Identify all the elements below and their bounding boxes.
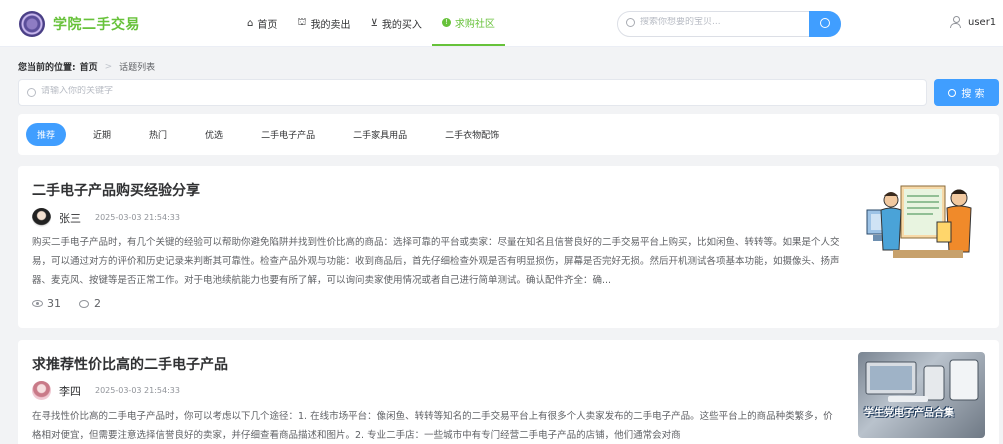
username: user1 <box>968 16 997 28</box>
cart-icon: ⊻ <box>370 17 378 29</box>
post-title[interactable]: 二手电子产品购买经验分享 <box>32 180 200 200</box>
views: 31 <box>47 297 61 310</box>
keyword-search <box>18 79 927 106</box>
tab-clothing[interactable]: 二手衣物配饰 <box>434 123 510 146</box>
search-button-label: 搜 索 <box>961 89 985 100</box>
author-name: 张三 <box>59 211 81 225</box>
post-time: 2025-03-03 21:54:33 <box>95 213 180 222</box>
tab-recent[interactable]: 近期 <box>82 123 122 146</box>
post-author: 张三 2025-03-03 21:54:33 <box>32 208 180 227</box>
nav-home[interactable]: ⌂ 首页 <box>237 0 287 46</box>
comment-icon <box>79 299 89 308</box>
search-icon <box>948 88 957 97</box>
tab-hot[interactable]: 热门 <box>138 123 178 146</box>
tab-electronics[interactable]: 二手电子产品 <box>250 123 326 146</box>
post-time: 2025-03-03 21:54:33 <box>95 386 180 395</box>
nav-my-sales[interactable]: ⛫ 我的卖出 <box>287 0 360 46</box>
shop-icon: ⛫ <box>297 16 307 28</box>
tab-furniture[interactable]: 二手家具用品 <box>342 123 418 146</box>
nav-community[interactable]: ! 求购社区 <box>431 0 505 46</box>
nav-my-purchases[interactable]: ⊻ 我的买入 <box>361 0 432 46</box>
post-thumbnail[interactable] <box>863 180 981 268</box>
post-excerpt: 购买二手电子产品时，有几个关键的经验可以帮助你避免陷阱并找到性价比高的商品：选择… <box>32 237 840 286</box>
header-search-button[interactable] <box>809 11 841 37</box>
view-count: 31 <box>32 297 61 310</box>
post-card[interactable]: 二手电子产品购买经验分享 张三 2025-03-03 21:54:33 购买二手… <box>18 166 999 328</box>
comments: 2 <box>94 297 101 310</box>
post-card[interactable]: 求推荐性价比高的二手电子产品 李四 2025-03-03 21:54:33 在寻… <box>18 340 999 444</box>
chevron-right-icon: > <box>104 61 113 72</box>
nav-label: 求购社区 <box>454 18 495 30</box>
avatar <box>32 208 51 227</box>
breadcrumb-home[interactable]: 首页 <box>80 60 98 73</box>
breadcrumb: 您当前的位置: 首页 > 话题列表 <box>18 60 156 74</box>
post-excerpt: 在寻找性价比高的二手电子产品时，你可以考虑以下几个途径：1. 在线市场平台：像闲… <box>32 411 833 441</box>
tab-featured[interactable]: 优选 <box>194 123 234 146</box>
nav-label: 首页 <box>257 19 278 31</box>
site-logo[interactable] <box>19 11 45 37</box>
top-header: 学院二手交易 ⌂ 首页 ⛫ 我的卖出 ⊻ 我的买入 ! 求购社区 user1 <box>0 0 1003 47</box>
post-title[interactable]: 求推荐性价比高的二手电子产品 <box>32 354 228 374</box>
brand-name[interactable]: 学院二手交易 <box>53 14 140 34</box>
breadcrumb-prefix: 您当前的位置: <box>18 63 76 73</box>
keyword-search-input[interactable] <box>41 86 901 96</box>
post-stats: 31 2 <box>32 297 119 310</box>
main-nav: ⌂ 首页 ⛫ 我的卖出 ⊻ 我的买入 ! 求购社区 <box>237 0 505 46</box>
breadcrumb-current: 话题列表 <box>119 63 156 73</box>
people-with-computer-illustration <box>866 185 972 258</box>
nav-label: 我的买入 <box>381 19 422 31</box>
keyword-search-button[interactable]: 搜 索 <box>934 79 999 106</box>
user-icon <box>950 16 961 28</box>
info-circle-icon: ! <box>441 17 451 27</box>
avatar <box>32 381 51 400</box>
nav-label: 我的卖出 <box>310 19 351 31</box>
search-icon <box>27 88 36 97</box>
electronics-photo <box>865 359 979 402</box>
tab-recommended[interactable]: 推荐 <box>26 123 67 146</box>
post-author: 李四 2025-03-03 21:54:33 <box>32 381 180 400</box>
home-icon: ⌂ <box>247 17 254 29</box>
header-search <box>617 11 841 37</box>
author-name: 李四 <box>59 384 81 398</box>
post-thumbnail[interactable]: 学生党电子产品合集 <box>858 352 985 438</box>
thumbnail-caption: 学生党电子产品合集 <box>864 408 954 419</box>
category-tabs: 推荐 近期 热门 优选 二手电子产品 二手家具用品 二手衣物配饰 <box>18 114 999 155</box>
user-menu[interactable]: user1 <box>950 16 996 28</box>
eye-icon <box>32 300 43 307</box>
comment-count: 2 <box>79 297 101 310</box>
search-icon <box>626 18 635 27</box>
header-search-input[interactable] <box>640 17 800 27</box>
